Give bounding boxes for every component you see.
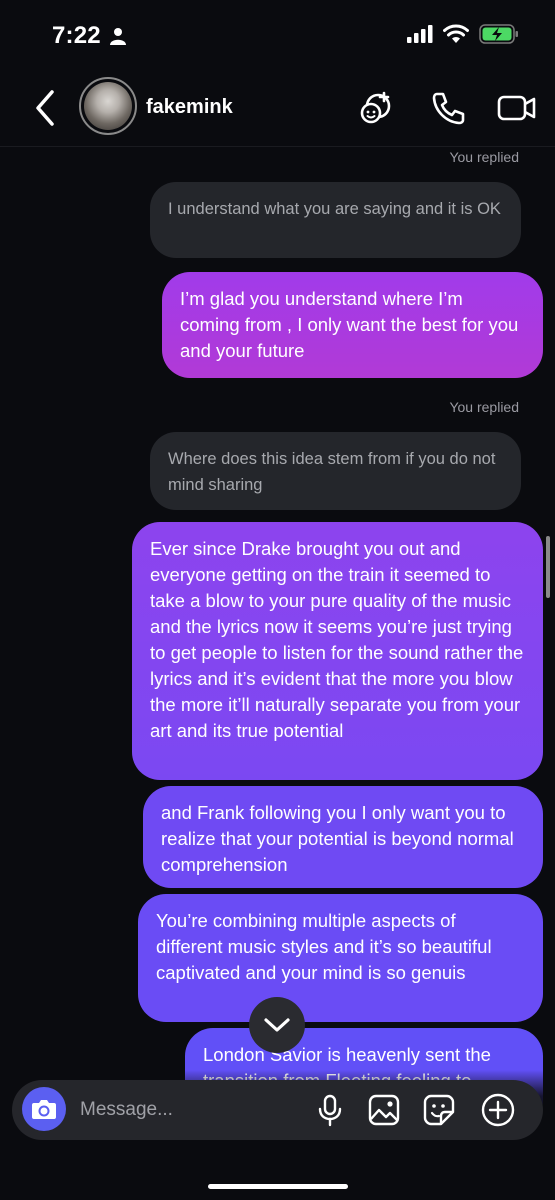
effects-icon[interactable] (358, 88, 398, 128)
back-chevron-icon[interactable] (32, 88, 58, 128)
camera-button[interactable] (22, 1087, 66, 1131)
battery-charging-icon (479, 24, 518, 44)
chevron-down-icon (264, 1018, 290, 1032)
avatar[interactable] (79, 77, 137, 135)
phone-icon[interactable] (428, 88, 468, 128)
microphone-icon[interactable] (312, 1092, 348, 1128)
sent-message[interactable]: I’m glad you understand where I’m coming… (162, 272, 543, 378)
video-call-icon[interactable] (496, 88, 538, 128)
camera-icon (32, 1100, 56, 1119)
received-message[interactable]: I understand what you are saying and it … (150, 182, 521, 258)
sticker-icon[interactable] (421, 1092, 457, 1128)
message-input[interactable] (80, 1096, 280, 1124)
scroll-to-bottom-button[interactable] (249, 997, 305, 1053)
replied-label: You replied (449, 399, 519, 415)
person-icon (110, 28, 126, 45)
replied-label: You replied (449, 149, 519, 165)
plus-icon[interactable] (480, 1092, 516, 1128)
scrollbar[interactable] (546, 536, 550, 598)
wifi-icon (443, 24, 469, 43)
status-indicators (407, 24, 519, 44)
chat-username[interactable]: fakemink (146, 96, 233, 119)
gallery-icon[interactable] (366, 1092, 402, 1128)
received-message[interactable]: Where does this idea stem from if you do… (150, 432, 521, 510)
status-time: 7:22 (52, 22, 101, 49)
header-divider (0, 146, 555, 147)
avatar-image (84, 82, 132, 130)
home-indicator[interactable] (208, 1184, 348, 1189)
sent-message[interactable]: You’re combining multiple aspects of dif… (138, 894, 543, 1022)
signal-icon (407, 25, 433, 43)
sent-message[interactable]: Ever since Drake brought you out and eve… (132, 522, 543, 780)
sent-message[interactable]: and Frank following you I only want you … (143, 786, 543, 888)
